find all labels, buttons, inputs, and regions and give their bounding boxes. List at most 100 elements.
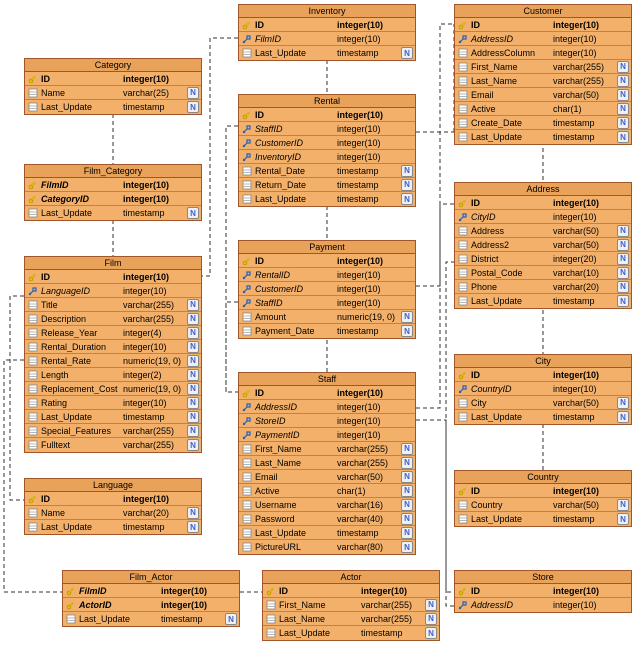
entity-store[interactable]: StoreIDinteger(10)AddressIDinteger(10): [454, 570, 632, 613]
column-row[interactable]: Rental_DatetimestampN: [239, 164, 415, 178]
column-row[interactable]: StoreIDinteger(10): [239, 414, 415, 428]
column-row[interactable]: FilmIDinteger(10): [63, 584, 239, 598]
column-row[interactable]: IDinteger(10): [455, 196, 631, 210]
column-row[interactable]: FilmIDinteger(10): [25, 178, 201, 192]
column-row[interactable]: AddressColumninteger(10): [455, 46, 631, 60]
entity-language[interactable]: LanguageIDinteger(10)Namevarchar(20)NLas…: [24, 478, 202, 535]
column-row[interactable]: Last_UpdatetimestampN: [455, 294, 631, 308]
column-row[interactable]: Descriptionvarchar(255)N: [25, 312, 201, 326]
column-name: Length: [39, 370, 123, 380]
column-row[interactable]: Emailvarchar(50)N: [455, 88, 631, 102]
column-row[interactable]: Last_Namevarchar(255)N: [239, 456, 415, 470]
column-row[interactable]: Usernamevarchar(16)N: [239, 498, 415, 512]
column-row[interactable]: Last_Namevarchar(255)N: [455, 74, 631, 88]
column-row[interactable]: IDinteger(10): [239, 18, 415, 32]
column-row[interactable]: Activechar(1)N: [455, 102, 631, 116]
column-row[interactable]: AddressIDinteger(10): [239, 400, 415, 414]
entity-actor[interactable]: ActorIDinteger(10)First_Namevarchar(255)…: [262, 570, 440, 641]
column-row[interactable]: Last_Namevarchar(255)N: [263, 612, 439, 626]
column-row[interactable]: PaymentIDinteger(10): [239, 428, 415, 442]
column-row[interactable]: InventoryIDinteger(10): [239, 150, 415, 164]
entity-address[interactable]: AddressIDinteger(10)CityIDinteger(10)Add…: [454, 182, 632, 309]
entity-film[interactable]: FilmIDinteger(10)LanguageIDinteger(10)Ti…: [24, 256, 202, 453]
column-row[interactable]: ActorIDinteger(10): [63, 598, 239, 612]
column-row[interactable]: Namevarchar(25)N: [25, 86, 201, 100]
column-row[interactable]: IDinteger(10): [239, 108, 415, 122]
column-row[interactable]: IDinteger(10): [455, 18, 631, 32]
column-row[interactable]: Amountnumeric(19, 0)N: [239, 310, 415, 324]
column-row[interactable]: Replacement_Costnumeric(19, 0)N: [25, 382, 201, 396]
column-row[interactable]: CityIDinteger(10): [455, 210, 631, 224]
column-row[interactable]: Fulltextvarchar(255)N: [25, 438, 201, 452]
entity-staff[interactable]: StaffIDinteger(10)AddressIDinteger(10)St…: [238, 372, 416, 555]
column-row[interactable]: StaffIDinteger(10): [239, 296, 415, 310]
column-row[interactable]: Last_UpdatetimestampN: [25, 206, 201, 220]
entity-category[interactable]: CategoryIDinteger(10)Namevarchar(25)NLas…: [24, 58, 202, 115]
column-row[interactable]: Return_DatetimestampN: [239, 178, 415, 192]
column-row[interactable]: FilmIDinteger(10): [239, 32, 415, 46]
column-row[interactable]: Cityvarchar(50)N: [455, 396, 631, 410]
column-row[interactable]: Districtinteger(20)N: [455, 252, 631, 266]
column-row[interactable]: StaffIDinteger(10): [239, 122, 415, 136]
entity-payment[interactable]: PaymentIDinteger(10)RentalIDinteger(10)C…: [238, 240, 416, 339]
column-row[interactable]: Addressvarchar(50)N: [455, 224, 631, 238]
column-row[interactable]: IDinteger(10): [455, 484, 631, 498]
column-row[interactable]: Emailvarchar(50)N: [239, 470, 415, 484]
column-name: Last_Update: [469, 132, 553, 142]
column-row[interactable]: Last_UpdatetimestampN: [455, 410, 631, 424]
column-row[interactable]: Countryvarchar(50)N: [455, 498, 631, 512]
column-row[interactable]: CustomerIDinteger(10): [239, 136, 415, 150]
entity-country[interactable]: CountryIDinteger(10)Countryvarchar(50)NL…: [454, 470, 632, 527]
column-row[interactable]: RentalIDinteger(10): [239, 268, 415, 282]
column-row[interactable]: IDinteger(10): [25, 492, 201, 506]
column-row[interactable]: IDinteger(10): [239, 386, 415, 400]
column-row[interactable]: Rental_Ratenumeric(19, 0)N: [25, 354, 201, 368]
column-row[interactable]: Last_UpdatetimestampN: [239, 192, 415, 206]
column-row[interactable]: Rental_Durationinteger(10)N: [25, 340, 201, 354]
column-row[interactable]: First_Namevarchar(255)N: [455, 60, 631, 74]
column-row[interactable]: LanguageIDinteger(10): [25, 284, 201, 298]
column-row[interactable]: CustomerIDinteger(10): [239, 282, 415, 296]
column-row[interactable]: First_Namevarchar(255)N: [239, 442, 415, 456]
column-row[interactable]: First_Namevarchar(255)N: [263, 598, 439, 612]
entity-customer[interactable]: CustomerIDinteger(10)AddressIDinteger(10…: [454, 4, 632, 145]
entity-inventory[interactable]: InventoryIDinteger(10)FilmIDinteger(10)L…: [238, 4, 416, 61]
column-row[interactable]: CountryIDinteger(10): [455, 382, 631, 396]
entity-film_category[interactable]: Film_CategoryFilmIDinteger(10)CategoryID…: [24, 164, 202, 221]
entity-film_actor[interactable]: Film_ActorFilmIDinteger(10)ActorIDintege…: [62, 570, 240, 627]
column-row[interactable]: Last_UpdatetimestampN: [25, 410, 201, 424]
column-row[interactable]: Release_Yearinteger(4)N: [25, 326, 201, 340]
column-row[interactable]: Lengthinteger(2)N: [25, 368, 201, 382]
column-row[interactable]: Last_UpdatetimestampN: [455, 512, 631, 526]
column-row[interactable]: IDinteger(10): [455, 584, 631, 598]
column-row[interactable]: IDinteger(10): [239, 254, 415, 268]
column-row[interactable]: Last_UpdatetimestampN: [263, 626, 439, 640]
column-row[interactable]: Postal_Codevarchar(10)N: [455, 266, 631, 280]
column-row[interactable]: Namevarchar(20)N: [25, 506, 201, 520]
column-row[interactable]: Last_UpdatetimestampN: [63, 612, 239, 626]
column-row[interactable]: Passwordvarchar(40)N: [239, 512, 415, 526]
column-row[interactable]: Last_UpdatetimestampN: [455, 130, 631, 144]
entity-rental[interactable]: RentalIDinteger(10)StaffIDinteger(10)Cus…: [238, 94, 416, 207]
column-row[interactable]: Special_Featuresvarchar(255)N: [25, 424, 201, 438]
column-row[interactable]: Payment_DatetimestampN: [239, 324, 415, 338]
column-row[interactable]: AddressIDinteger(10): [455, 598, 631, 612]
column-row[interactable]: Address2varchar(50)N: [455, 238, 631, 252]
column-row[interactable]: IDinteger(10): [455, 368, 631, 382]
column-row[interactable]: Last_UpdatetimestampN: [25, 520, 201, 534]
column-row[interactable]: IDinteger(10): [25, 270, 201, 284]
column-row[interactable]: Activechar(1)N: [239, 484, 415, 498]
column-row[interactable]: Ratinginteger(10)N: [25, 396, 201, 410]
column-row[interactable]: AddressIDinteger(10): [455, 32, 631, 46]
column-row[interactable]: Last_UpdatetimestampN: [25, 100, 201, 114]
column-row[interactable]: IDinteger(10): [25, 72, 201, 86]
column-row[interactable]: PictureURLvarchar(80)N: [239, 540, 415, 554]
column-row[interactable]: CategoryIDinteger(10): [25, 192, 201, 206]
column-row[interactable]: Phonevarchar(20)N: [455, 280, 631, 294]
column-row[interactable]: Create_DatetimestampN: [455, 116, 631, 130]
entity-city[interactable]: CityIDinteger(10)CountryIDinteger(10)Cit…: [454, 354, 632, 425]
column-row[interactable]: Last_UpdatetimestampN: [239, 46, 415, 60]
column-row[interactable]: Titlevarchar(255)N: [25, 298, 201, 312]
column-row[interactable]: Last_UpdatetimestampN: [239, 526, 415, 540]
column-row[interactable]: IDinteger(10): [263, 584, 439, 598]
